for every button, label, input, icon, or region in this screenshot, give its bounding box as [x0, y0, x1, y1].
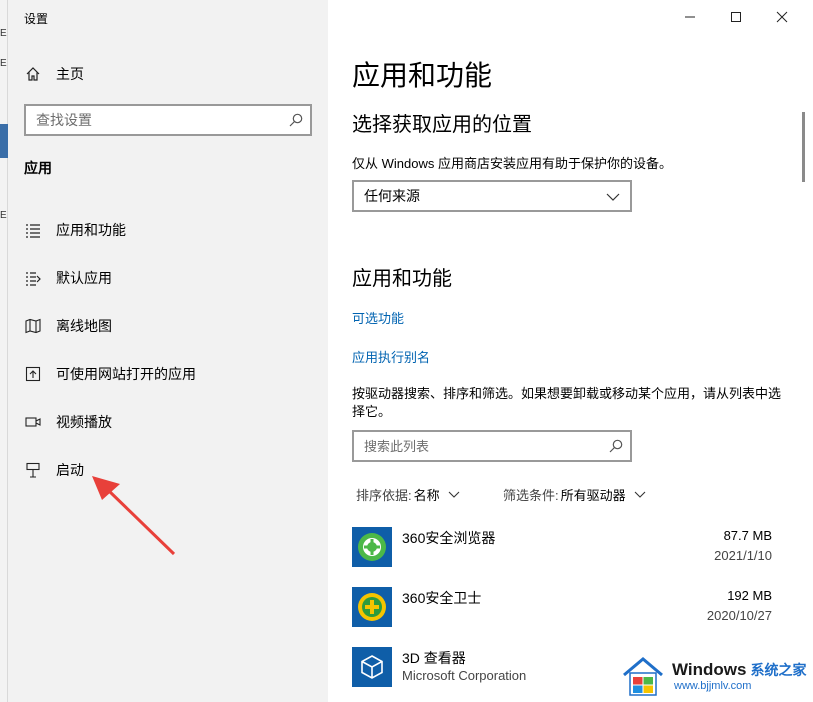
app-list-search-input[interactable]: [354, 432, 590, 460]
chevron-down-icon: [448, 487, 460, 502]
sidebar: 设置 主页 应用 应用和功能 默认应用 离线地图: [8, 0, 328, 702]
close-icon: [776, 11, 788, 23]
open-external-icon: [24, 365, 42, 383]
filter-label: 筛选条件:: [503, 488, 559, 503]
app-list-search-box[interactable]: [352, 430, 632, 462]
sidebar-item-default-apps[interactable]: 默认应用: [8, 254, 328, 302]
app-list-item[interactable]: 360安全浏览器 87.7 MB 2021/1/10: [352, 527, 772, 571]
settings-search-box[interactable]: [24, 104, 312, 136]
apps-features-heading: 应用和功能: [352, 268, 452, 290]
filter-by-dropdown[interactable]: 筛选条件: 所有驱动器: [503, 485, 646, 504]
sidebar-home[interactable]: 主页: [24, 64, 84, 84]
search-sort-description: 按驱动器搜索、排序和筛选。如果想要卸载或移动某个应用，请从列表中选择它。: [352, 386, 782, 419]
watermark-url: www.bjjmlv.com: [674, 680, 752, 692]
video-icon: [24, 413, 42, 431]
minimize-icon: [685, 16, 695, 18]
sidebar-item-apps-for-websites[interactable]: 可使用网站打开的应用: [8, 350, 328, 398]
watermark-title: Windows: [672, 660, 747, 679]
app-execution-aliases-link[interactable]: 应用执行别名: [352, 347, 430, 366]
sidebar-item-offline-maps[interactable]: 离线地图: [8, 302, 328, 350]
sidebar-item-label: 应用和功能: [56, 222, 126, 238]
sort-value: 名称: [413, 488, 440, 503]
sidebar-item-video-playback[interactable]: 视频播放: [8, 398, 328, 446]
app-date: 2021/1/10: [714, 548, 772, 563]
sidebar-home-label: 主页: [56, 66, 84, 82]
sidebar-item-apps-features[interactable]: 应用和功能: [8, 206, 328, 254]
app-size: 192 MB: [727, 588, 772, 603]
app-name: 3D 查看器: [402, 650, 466, 666]
sidebar-item-label: 启动: [56, 462, 84, 478]
default-apps-icon: [24, 269, 42, 287]
choose-location-heading: 选择获取应用的位置: [352, 114, 532, 136]
watermark: Windows 系统之家 www.bjjmlv.com: [620, 650, 813, 702]
maximize-icon: [731, 12, 741, 22]
filter-value: 所有驱动器: [560, 488, 626, 503]
chevron-down-icon: [606, 190, 620, 206]
search-icon: [608, 438, 624, 454]
section-heading: 应用: [24, 160, 52, 176]
security-360-icon: [352, 587, 392, 627]
dropdown-value: 任何来源: [364, 188, 420, 204]
sort-by-dropdown[interactable]: 排序依据: 名称: [356, 485, 460, 504]
house-logo-icon: [623, 657, 663, 696]
map-icon: [24, 317, 42, 335]
app-publisher: Microsoft Corporation: [402, 668, 527, 683]
sidebar-item-label: 可使用网站打开的应用: [56, 366, 196, 382]
search-icon: [288, 112, 304, 128]
minimize-button[interactable]: [667, 0, 713, 34]
background-window-edge: E E E: [0, 0, 8, 702]
window-controls: [667, 0, 805, 34]
sidebar-nav: 应用和功能 默认应用 离线地图 可使用网站打开的应用 视频播放 启动: [8, 206, 328, 494]
sidebar-item-label: 默认应用: [56, 270, 112, 286]
watermark-title2: 系统之家: [750, 662, 807, 678]
home-icon: [24, 65, 42, 83]
content-pane: 应用和功能 选择获取应用的位置 仅从 Windows 应用商店安装应用有助于保护…: [328, 0, 813, 702]
optional-features-link[interactable]: 可选功能: [352, 308, 404, 327]
red-arrow-annotation: [92, 476, 176, 556]
cube-icon: [352, 647, 392, 687]
sidebar-item-label: 离线地图: [56, 318, 112, 334]
sort-label: 排序依据:: [356, 488, 412, 503]
window-title: 设置: [24, 12, 49, 26]
browser-360-icon: [352, 527, 392, 567]
page-title: 应用和功能: [352, 60, 493, 91]
settings-search-input[interactable]: [26, 106, 266, 134]
startup-icon: [24, 461, 42, 479]
app-date: 2020/10/27: [706, 608, 772, 623]
sidebar-item-label: 视频播放: [56, 414, 112, 430]
app-list-item[interactable]: 360安全卫士 192 MB 2020/10/27: [352, 587, 772, 631]
list-icon: [24, 221, 42, 239]
scrollbar-thumb[interactable]: [802, 112, 805, 182]
choose-location-description: 仅从 Windows 应用商店安装应用有助于保护你的设备。: [352, 156, 672, 171]
maximize-button[interactable]: [713, 0, 759, 34]
app-name: 360安全浏览器: [402, 530, 496, 546]
app-source-dropdown[interactable]: 任何来源: [352, 180, 632, 212]
app-name: 360安全卫士: [402, 590, 482, 606]
chevron-down-icon: [634, 487, 646, 502]
app-size: 87.7 MB: [723, 528, 772, 543]
close-button[interactable]: [759, 0, 805, 34]
